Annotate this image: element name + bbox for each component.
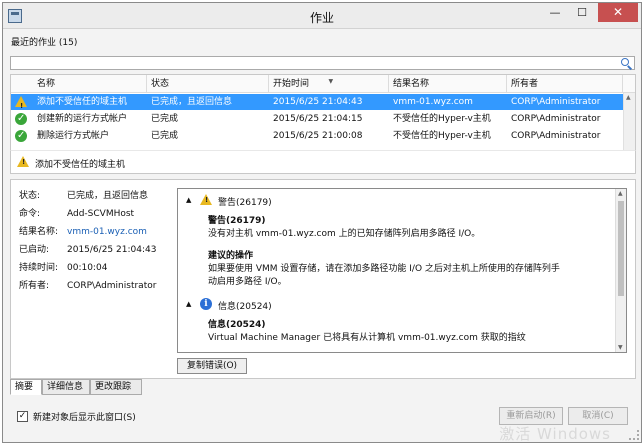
info-icon: i: [200, 298, 212, 310]
info-title: 信息(20524): [208, 320, 266, 330]
scroll-thumb[interactable]: [618, 201, 624, 296]
collapse-icon[interactable]: ▲: [186, 300, 191, 308]
cell-start-time: 2015/6/25 21:00:08: [273, 131, 363, 141]
sort-descending-icon: ▼: [328, 78, 334, 85]
property-duration: 持续时间: 00:10:04: [19, 260, 107, 273]
search-icon[interactable]: [621, 58, 629, 66]
result-name-link[interactable]: vmm-01.wyz.com: [67, 227, 147, 237]
selected-job-name: 添加不受信任的域主机: [35, 160, 126, 170]
column-header-owner[interactable]: 所有者: [507, 75, 623, 93]
recommended-action-title: 建议的操作: [208, 251, 254, 261]
table-header: 名称 状态 开始时间 ▼ 结果名称 所有者: [11, 75, 635, 93]
close-button[interactable]: ✕: [598, 3, 638, 22]
activation-watermark: 激活 Windows: [499, 425, 611, 443]
warning-header: 警告(26179): [218, 198, 272, 208]
property-label: 已启动:: [19, 245, 50, 255]
cell-status: 已完成: [151, 131, 179, 141]
copy-error-button[interactable]: 复制错误(O): [177, 358, 247, 374]
info-text: Virtual Machine Manager 已将具有从计算机 vmm-01.…: [208, 333, 526, 343]
job-details-panel: 状态: 已完成，且返回信息 命令: Add-SCVMHost 结果名称: vmm-01…: [10, 179, 636, 379]
scroll-up-icon[interactable]: ▲: [626, 94, 631, 101]
column-header-name[interactable]: 名称: [33, 75, 147, 93]
selected-job-bar: 添加不受信任的域主机: [10, 150, 636, 174]
info-header: 信息(20524): [218, 302, 272, 312]
cell-owner: CORP\Administrator: [511, 114, 601, 124]
collapse-icon[interactable]: ▲: [186, 196, 191, 204]
property-label: 所有者:: [19, 281, 50, 291]
property-value: 已完成，且返回信息: [67, 191, 149, 201]
property-result-name: 结果名称: vmm-01.wyz.com: [19, 224, 147, 237]
recent-jobs-label: 最近的作业 (15): [11, 38, 78, 48]
cell-result-name: 不受信任的Hyper-v主机: [393, 131, 491, 141]
cell-name: 创建新的运行方式帐户: [37, 114, 128, 124]
property-label: 持续时间:: [19, 263, 59, 273]
recommended-action-text: 如果要使用 VMM 设置存储，请在添加多路径功能 I/O 之后对主机上所使用的存…: [208, 264, 560, 274]
jobs-window: 作业 — ☐ ✕ 最近的作业 (15) 名称 状态 开始时间 ▼ 结果名称 所有…: [2, 2, 642, 443]
warning-icon: [17, 156, 29, 167]
table-row[interactable]: 删除运行方式帐户 已完成 2015/6/25 21:00:08 不受信任的Hyp…: [11, 128, 635, 144]
show-window-checkbox-label[interactable]: 新建对象后显示此窗口(S): [33, 410, 136, 423]
property-label: 状态:: [19, 191, 41, 201]
column-header-start-time-label: 开始时间: [273, 79, 310, 89]
cell-owner: CORP\Administrator: [511, 131, 601, 141]
warning-title: 警告(26179): [208, 216, 266, 226]
cell-result-name: 不受信任的Hyper-v主机: [393, 114, 491, 124]
scroll-up-icon[interactable]: ▲: [618, 190, 623, 197]
cell-owner: CORP\Administrator: [511, 97, 601, 107]
cell-name: 添加不受信任的域主机: [37, 97, 128, 107]
property-value: CORP\Administrator: [67, 281, 157, 291]
cell-result-name: vmm-01.wyz.com: [393, 97, 473, 107]
table-row[interactable]: 创建新的运行方式帐户 已完成 2015/6/25 21:04:15 不受信任的H…: [11, 111, 635, 127]
table-row[interactable]: 添加不受信任的域主机 已完成，且返回信息 2015/6/25 21:04:43 …: [11, 94, 635, 114]
success-icon: [15, 111, 27, 127]
column-header-status[interactable]: 状态: [147, 75, 269, 93]
property-status: 状态: 已完成，且返回信息: [19, 188, 148, 201]
messages-box[interactable]: ▲ 警告(26179) 警告(26179) 没有对主机 vmm-01.wyz.c…: [177, 188, 627, 353]
tab-summary[interactable]: 摘要: [10, 379, 42, 395]
tab-change-tracking[interactable]: 更改跟踪: [90, 379, 142, 395]
warning-icon: [200, 194, 212, 205]
cell-status: 已完成: [151, 114, 179, 124]
footer: ✓ 新建对象后显示此窗口(S) 重新启动(R) 取消(C) 激活 Windows: [3, 401, 641, 442]
property-started: 已启动: 2015/6/25 21:04:43: [19, 242, 156, 255]
property-value: 00:10:04: [67, 263, 108, 273]
success-icon: [15, 128, 27, 144]
minimize-button[interactable]: —: [542, 3, 568, 22]
show-window-checkbox[interactable]: ✓: [17, 411, 28, 422]
property-command: 命令: Add-SCVMHost: [19, 206, 134, 219]
warning-icon: [15, 96, 27, 114]
column-header-start-time[interactable]: 开始时间 ▼: [269, 75, 389, 93]
cell-name: 删除运行方式帐户: [37, 131, 110, 141]
recommended-action-text-2: 动启用多路径 I/O。: [208, 277, 287, 287]
messages-scrollbar[interactable]: ▲ ▼: [615, 189, 626, 352]
property-owner: 所有者: CORP\Administrator: [19, 278, 156, 291]
maximize-button[interactable]: ☐: [569, 3, 595, 22]
property-label: 命令:: [19, 209, 41, 219]
property-label: 结果名称:: [19, 227, 59, 237]
scroll-down-icon[interactable]: ▼: [618, 344, 623, 351]
search-input[interactable]: [10, 56, 635, 70]
warning-text: 没有对主机 vmm-01.wyz.com 上的已知存储阵列启用多路径 I/O。: [208, 229, 481, 239]
property-value: 2015/6/25 21:04:43: [67, 245, 157, 255]
title-bar: 作业 — ☐ ✕: [3, 3, 641, 29]
cell-start-time: 2015/6/25 21:04:15: [273, 114, 363, 124]
resize-grip-icon[interactable]: [629, 430, 639, 440]
column-header-result-name[interactable]: 结果名称: [389, 75, 507, 93]
tab-details[interactable]: 详细信息: [42, 379, 90, 395]
cell-start-time: 2015/6/25 21:04:43: [273, 97, 363, 107]
property-value: Add-SCVMHost: [67, 209, 135, 219]
cell-status: 已完成，且返回信息: [151, 97, 233, 107]
